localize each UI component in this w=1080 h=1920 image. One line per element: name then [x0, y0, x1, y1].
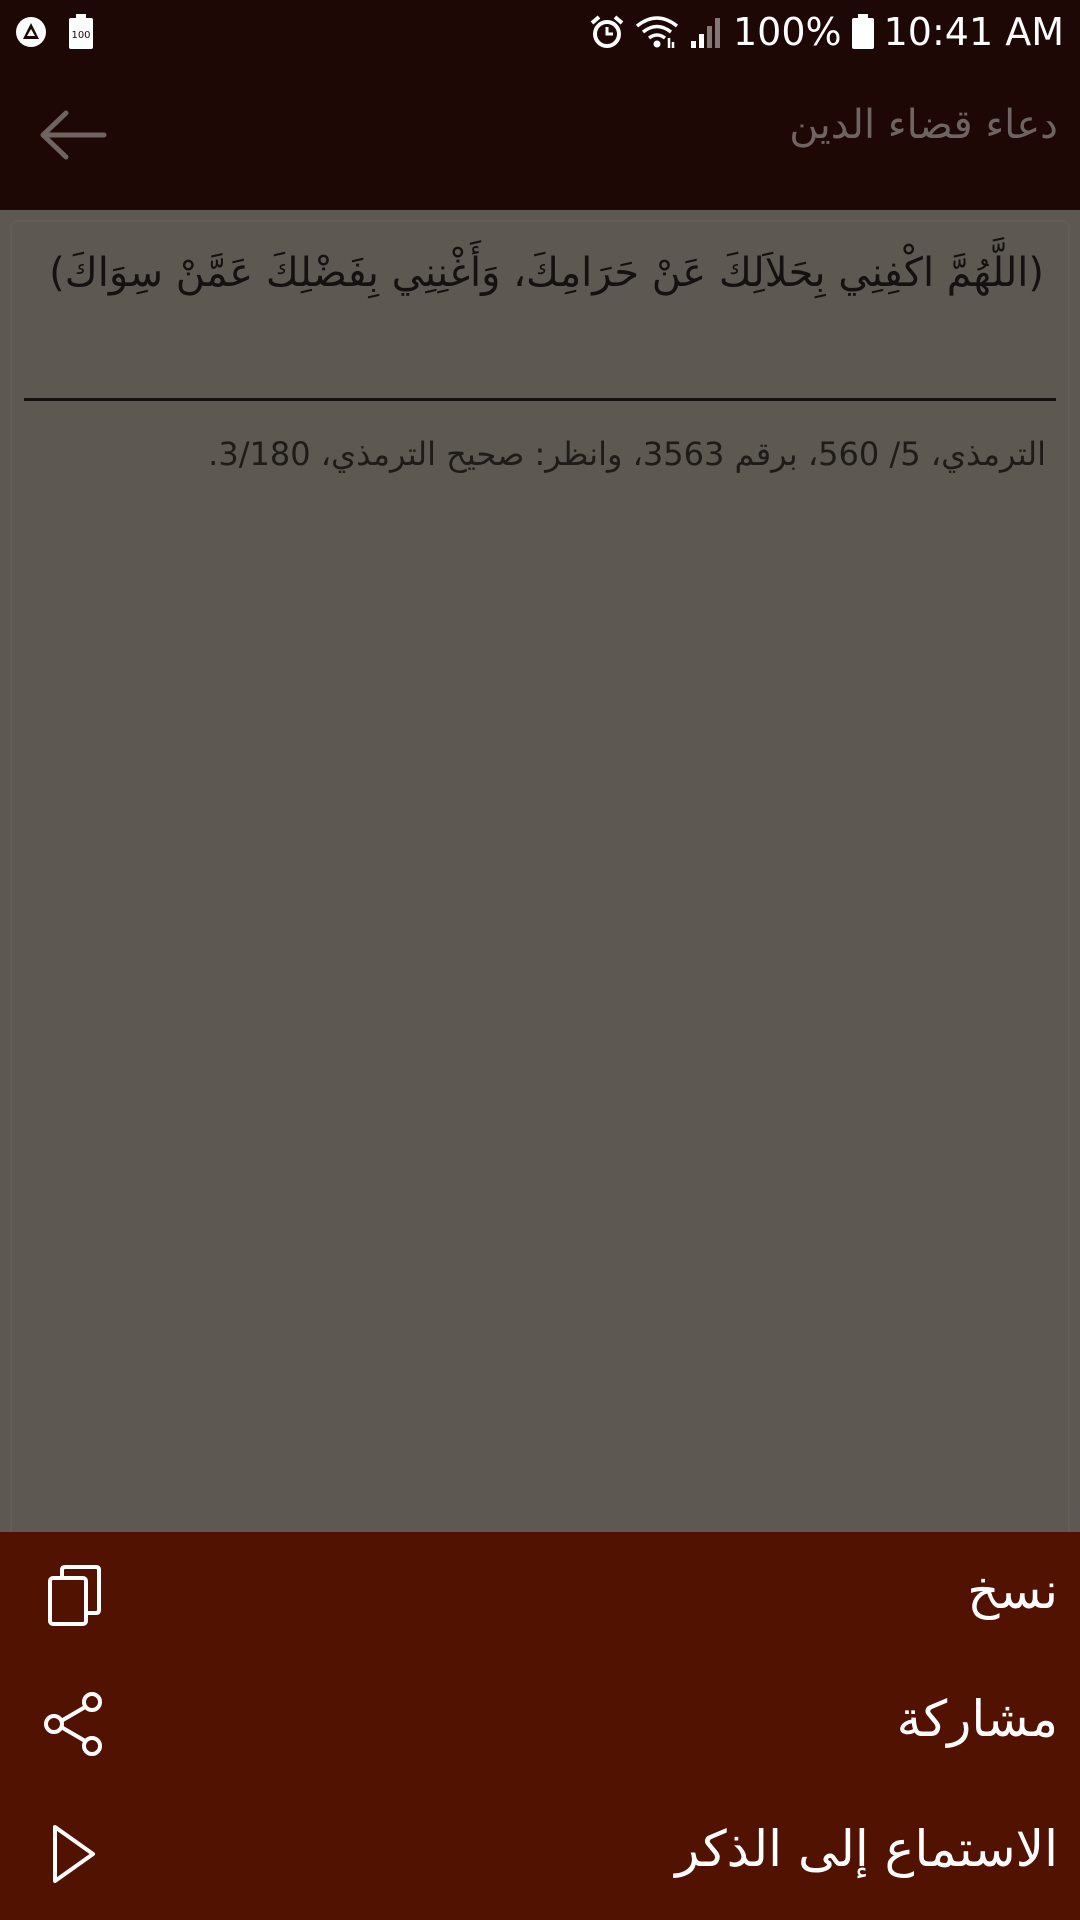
divider: [24, 398, 1056, 401]
dua-card: (اللَّهُمَّ اكْفِنِي بِحَلاَلِكَ عَنْ حَ…: [12, 222, 1068, 1642]
alarm-icon: [589, 14, 625, 50]
dua-text: (اللَّهُمَّ اكْفِنِي بِحَلاَلِكَ عَنْ حَ…: [49, 250, 1044, 296]
app-bar: دعاء قضاء الدين: [0, 64, 1080, 210]
share-icon: [38, 1688, 110, 1760]
status-right: 100% 10:41 AM: [589, 0, 1064, 64]
dua-source: الترمذي، 5/ 560، برقم 3563، وانظر: صحيح …: [208, 435, 1046, 473]
listen-option[interactable]: الاستماع إلى الذكر: [0, 1790, 1080, 1918]
clock-time: 10:41 AM: [883, 10, 1064, 54]
battery-saver-icon: 100: [68, 14, 94, 50]
status-bar: 100 100% 10:41 AM: [0, 0, 1080, 64]
status-left-icons: 100: [14, 14, 94, 50]
copy-icon: [38, 1560, 110, 1632]
share-option[interactable]: مشاركة: [0, 1660, 1080, 1788]
play-icon: [38, 1818, 110, 1890]
back-button[interactable]: [30, 104, 116, 170]
copy-option[interactable]: نسخ: [0, 1532, 1080, 1660]
bottom-sheet: نسخ مشاركة الاستماع إلى الذكر: [0, 1532, 1080, 1920]
page-title: دعاء قضاء الدين: [789, 102, 1058, 148]
battery-icon: [851, 14, 874, 50]
signal-icon: [689, 15, 723, 49]
arrow-left-icon: [38, 110, 108, 164]
share-label: مشاركة: [896, 1690, 1058, 1748]
listen-label: الاستماع إلى الذكر: [675, 1820, 1058, 1878]
copy-label: نسخ: [967, 1562, 1058, 1620]
battery-percent: 100%: [732, 10, 842, 54]
app-notification-icon: [14, 15, 48, 49]
svg-text:100: 100: [71, 30, 90, 41]
wifi-icon: [635, 14, 679, 50]
